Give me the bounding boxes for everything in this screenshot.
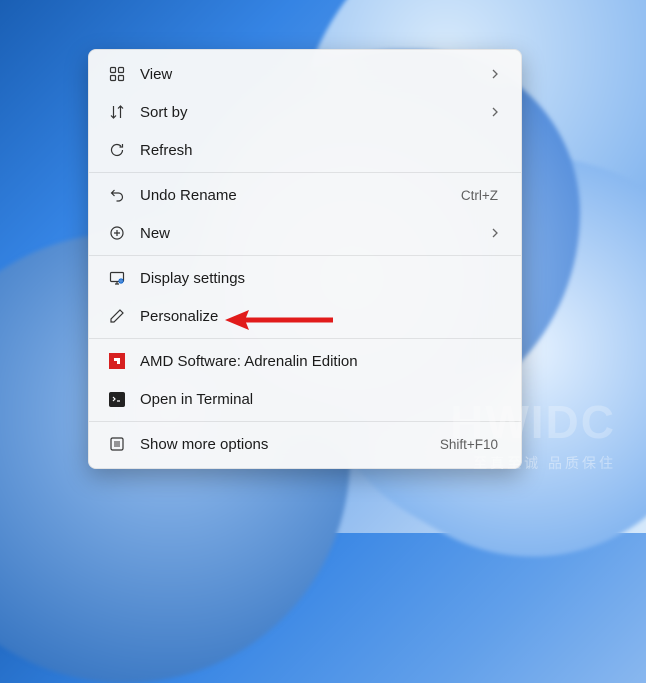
refresh-icon (108, 141, 126, 159)
sort-icon (108, 103, 126, 121)
menu-label: Sort by (140, 104, 488, 121)
menu-label: Display settings (140, 270, 502, 287)
amd-icon (108, 352, 126, 370)
menu-item-display-settings[interactable]: Display settings (94, 259, 516, 297)
shortcut-label: Shift+F10 (440, 437, 498, 452)
menu-label: View (140, 66, 488, 83)
menu-item-amd-software[interactable]: AMD Software: Adrenalin Edition (94, 342, 516, 380)
new-icon (108, 224, 126, 242)
more-options-icon (108, 435, 126, 453)
separator (89, 172, 521, 173)
chevron-right-icon (488, 107, 502, 117)
chevron-right-icon (488, 228, 502, 238)
menu-item-show-more-options[interactable]: Show more options Shift+F10 (94, 425, 516, 463)
menu-label: AMD Software: Adrenalin Edition (140, 353, 502, 370)
menu-item-personalize[interactable]: Personalize (94, 297, 516, 335)
undo-icon (108, 186, 126, 204)
shortcut-label: Ctrl+Z (461, 188, 498, 203)
menu-item-sort-by[interactable]: Sort by (94, 93, 516, 131)
menu-label: Show more options (140, 436, 440, 453)
menu-item-new[interactable]: New (94, 214, 516, 252)
menu-label: Undo Rename (140, 187, 461, 204)
menu-item-view[interactable]: View (94, 55, 516, 93)
menu-item-refresh[interactable]: Refresh (94, 131, 516, 169)
menu-label: Personalize (140, 308, 502, 325)
display-icon (108, 269, 126, 287)
menu-item-open-terminal[interactable]: Open in Terminal (94, 380, 516, 418)
separator (89, 255, 521, 256)
menu-label: Open in Terminal (140, 391, 502, 408)
terminal-icon (108, 390, 126, 408)
menu-label: New (140, 225, 488, 242)
menu-label: Refresh (140, 142, 502, 159)
menu-item-undo-rename[interactable]: Undo Rename Ctrl+Z (94, 176, 516, 214)
personalize-icon (108, 307, 126, 325)
desktop-context-menu: View Sort by Refresh Undo Rena (88, 49, 522, 469)
separator (89, 421, 521, 422)
separator (89, 338, 521, 339)
chevron-right-icon (488, 69, 502, 79)
view-icon (108, 65, 126, 83)
